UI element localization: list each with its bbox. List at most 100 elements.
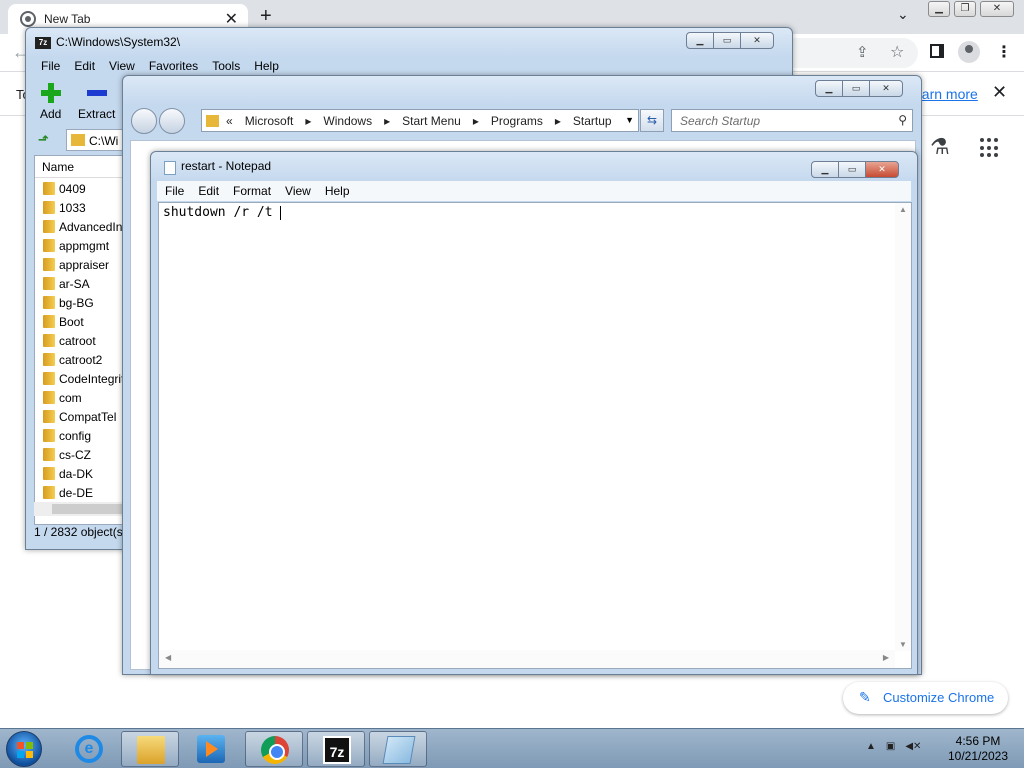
list-item[interactable]: CodeIntegrit bbox=[35, 368, 133, 387]
breadcrumb-windows[interactable]: Windows bbox=[323, 114, 372, 128]
menu-file[interactable]: File bbox=[41, 59, 60, 73]
list-item[interactable]: com bbox=[35, 387, 133, 406]
volume-muted-icon[interactable]: ◀✕ bbox=[905, 741, 921, 752]
labs-flask-icon[interactable]: ⚗ bbox=[930, 134, 950, 160]
tab-close-icon[interactable]: ✕ bbox=[225, 9, 238, 29]
list-item[interactable]: catroot2 bbox=[35, 349, 133, 368]
profile-avatar-icon[interactable] bbox=[958, 41, 980, 63]
breadcrumb-separator-icon[interactable]: ▸ bbox=[473, 114, 479, 128]
bookmark-star-icon[interactable]: ☆ bbox=[890, 42, 904, 62]
network-icon[interactable]: ▣ bbox=[886, 741, 895, 752]
notepad-titlebar[interactable]: restart - Notepad ▁ ▭ ✕ bbox=[151, 152, 917, 180]
breadcrumb-microsoft[interactable]: Microsoft bbox=[245, 114, 294, 128]
maximize-button[interactable]: ▭ bbox=[842, 80, 870, 97]
minimize-button[interactable]: ▁ bbox=[815, 80, 843, 97]
list-item[interactable]: AdvancedIns bbox=[35, 216, 133, 235]
share-icon[interactable]: ⇪ bbox=[856, 43, 869, 61]
taskbar-file-explorer[interactable] bbox=[121, 731, 179, 767]
list-item[interactable]: catroot bbox=[35, 330, 133, 349]
up-folder-icon[interactable]: ⬏ bbox=[38, 132, 49, 148]
breadcrumb-separator-icon[interactable]: ▸ bbox=[305, 114, 311, 128]
sevenzip-hscrollbar[interactable] bbox=[34, 502, 134, 516]
scroll-right-icon[interactable]: ▶ bbox=[883, 653, 889, 662]
back-button[interactable] bbox=[131, 108, 157, 134]
kebab-menu-icon[interactable]: ⋮ bbox=[996, 42, 1012, 62]
tray-expand-icon[interactable]: ▲ bbox=[866, 741, 876, 752]
menu-help[interactable]: Help bbox=[254, 59, 279, 73]
list-item[interactable]: da-DK bbox=[35, 463, 133, 482]
refresh-button[interactable]: ⇆ bbox=[640, 109, 664, 132]
list-item[interactable]: 0409 bbox=[35, 178, 133, 197]
explorer-address-bar[interactable]: « Microsoft ▸ Windows ▸ Start Menu ▸ Pro… bbox=[201, 109, 639, 132]
scroll-up-icon[interactable]: ▲ bbox=[899, 205, 907, 214]
notepad-hscrollbar[interactable]: ◀ ▶ bbox=[159, 650, 895, 668]
new-tab-button[interactable]: + bbox=[260, 5, 272, 28]
breadcrumb-start-menu[interactable]: Start Menu bbox=[402, 114, 461, 128]
scroll-left-icon[interactable]: ◀ bbox=[165, 653, 171, 662]
extract-button[interactable]: Extract bbox=[78, 83, 115, 121]
forward-button[interactable] bbox=[159, 108, 185, 134]
maximize-button[interactable]: ▭ bbox=[838, 161, 866, 178]
list-item[interactable]: appmgmt bbox=[35, 235, 133, 254]
breadcrumb-programs[interactable]: Programs bbox=[491, 114, 543, 128]
column-header-name[interactable]: Name bbox=[35, 156, 133, 178]
omnibox[interactable]: ⇪ ☆ bbox=[780, 38, 918, 68]
list-item[interactable]: CompatTel bbox=[35, 406, 133, 425]
list-item[interactable]: bg-BG bbox=[35, 292, 133, 311]
apps-grid-icon[interactable] bbox=[980, 138, 1000, 158]
explorer-titlebar[interactable]: ▁ ▭ ✕ bbox=[123, 76, 921, 104]
infobar-close-icon[interactable]: ✕ bbox=[992, 82, 1007, 103]
start-button[interactable] bbox=[6, 731, 42, 767]
chrome-favicon-icon bbox=[20, 11, 36, 27]
list-item[interactable]: Boot bbox=[35, 311, 133, 330]
list-item[interactable]: config bbox=[35, 425, 133, 444]
breadcrumb-separator-icon[interactable]: ▸ bbox=[555, 114, 561, 128]
list-item[interactable]: cs-CZ bbox=[35, 444, 133, 463]
menu-favorites[interactable]: Favorites bbox=[149, 59, 198, 73]
close-button[interactable]: ✕ bbox=[980, 1, 1014, 17]
minimize-button[interactable]: ▁ bbox=[928, 1, 950, 17]
close-button[interactable]: ✕ bbox=[740, 32, 774, 49]
taskbar-internet-explorer[interactable]: e bbox=[60, 731, 118, 767]
maximize-button[interactable]: ▭ bbox=[713, 32, 741, 49]
minimize-button[interactable]: ▁ bbox=[811, 161, 839, 178]
list-item[interactable]: appraiser bbox=[35, 254, 133, 273]
learn-more-link[interactable]: earn more bbox=[914, 86, 978, 102]
list-item[interactable]: de-DE bbox=[35, 482, 133, 501]
list-item[interactable]: ar-SA bbox=[35, 273, 133, 292]
scroll-down-icon[interactable]: ▼ bbox=[899, 640, 907, 649]
minimize-button[interactable]: ▁ bbox=[686, 32, 714, 49]
address-dropdown-icon[interactable]: ▼ bbox=[625, 115, 634, 125]
close-button[interactable]: ✕ bbox=[869, 80, 903, 97]
menu-tools[interactable]: Tools bbox=[212, 59, 240, 73]
search-icon[interactable]: ⚲ bbox=[898, 113, 907, 127]
close-button[interactable]: ✕ bbox=[865, 161, 899, 178]
breadcrumb-overflow[interactable]: « bbox=[226, 114, 233, 128]
taskbar-7zip[interactable]: 7z bbox=[307, 731, 365, 767]
tab-search-icon[interactable]: ⌄ bbox=[897, 6, 909, 23]
restore-button[interactable]: ❐ bbox=[954, 1, 976, 17]
menu-format[interactable]: Format bbox=[233, 184, 271, 198]
notepad-vscrollbar[interactable]: ▲ ▼ bbox=[895, 203, 911, 651]
breadcrumb-separator-icon[interactable]: ▸ bbox=[384, 114, 390, 128]
menu-help[interactable]: Help bbox=[325, 184, 350, 198]
sevenzip-titlebar[interactable]: 7z C:\Windows\System32\ ▁ ▭ ✕ bbox=[26, 28, 792, 56]
add-button[interactable]: Add bbox=[40, 83, 61, 121]
menu-file[interactable]: File bbox=[165, 184, 184, 198]
breadcrumb-startup[interactable]: Startup bbox=[573, 114, 612, 128]
list-item[interactable]: 1033 bbox=[35, 197, 133, 216]
menu-edit[interactable]: Edit bbox=[198, 184, 219, 198]
explorer-search-input[interactable]: Search Startup ⚲ bbox=[671, 109, 913, 132]
side-panel-icon[interactable] bbox=[930, 44, 944, 58]
menu-view[interactable]: View bbox=[285, 184, 311, 198]
clock[interactable]: 4:56 PM 10/21/2023 bbox=[938, 734, 1018, 764]
taskbar-notepad[interactable] bbox=[369, 731, 427, 767]
taskbar-media-player[interactable] bbox=[182, 731, 240, 767]
customize-chrome-button[interactable]: ✎ Customize Chrome bbox=[843, 682, 1008, 714]
menu-view[interactable]: View bbox=[109, 59, 135, 73]
scroll-thumb[interactable] bbox=[52, 504, 132, 514]
taskbar-chrome[interactable] bbox=[245, 731, 303, 767]
notepad-text-area[interactable]: shutdown /r /t ▲ ▼ ◀ ▶ bbox=[158, 202, 912, 669]
sevenzip-file-list[interactable]: Name 0409 1033 AdvancedIns appmgmt appra… bbox=[34, 155, 134, 525]
menu-edit[interactable]: Edit bbox=[74, 59, 95, 73]
